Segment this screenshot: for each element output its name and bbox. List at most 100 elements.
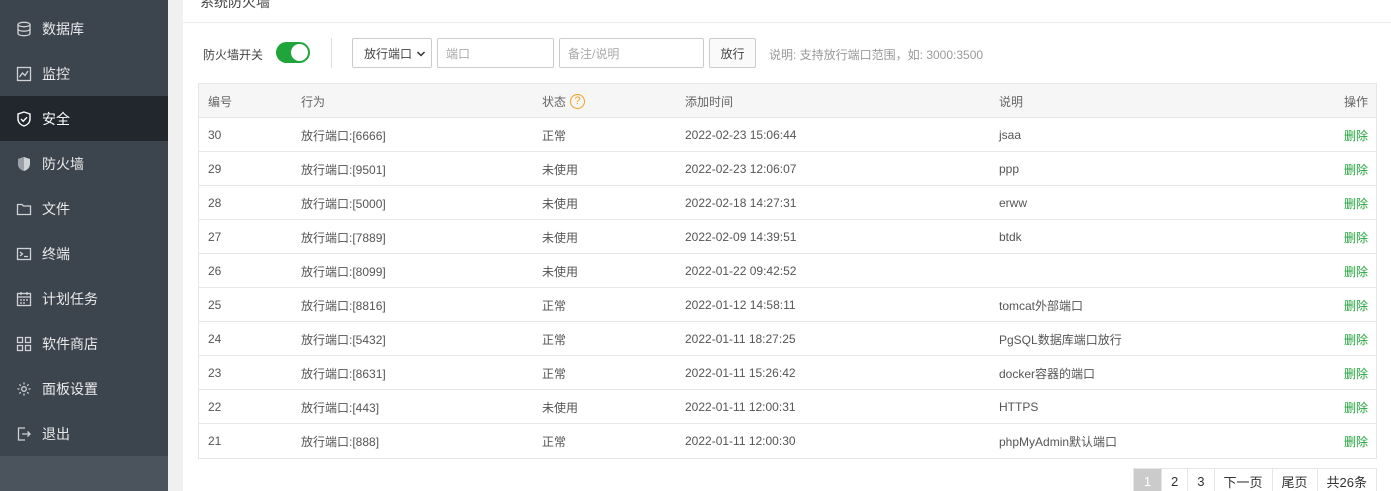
rule-note: PgSQL数据库端口放行 [999,332,1122,347]
table-row: 30 放行端口:[6666] 正常 2022-02-23 15:06:44 jsaa 删除 [199,118,1376,152]
rule-time: 2022-01-11 12:00:31 [685,400,796,414]
rule-id: 25 [208,298,222,312]
port-placeholder: 端口 [446,46,471,61]
rule-note: btdk [999,230,1022,244]
table-row: 23 放行端口:[8631] 正常 2022-01-11 15:26:42 docker… [199,356,1376,390]
delete-button[interactable]: 删除 [1344,356,1368,390]
port-range-hint: 说明: 支持放行端口范围，如: 3000:3500 [769,48,984,62]
header-time: 添加时间 [685,94,734,109]
table-row: 26 放行端口:[8099] 未使用 2022-01-22 09:42:52 删除 [199,254,1376,288]
header-id: 编号 [208,94,233,109]
rule-note: phpMyAdmin默认端口 [999,434,1118,449]
rule-status: 未使用 [542,230,579,245]
table-row: 21 放行端口:[888] 正常 2022-01-11 12:00:30 phpMyAd… [199,424,1376,458]
rule-time: 2022-01-12 14:58:11 [685,298,796,312]
sidebar-item-store[interactable]: 软件商店 [0,321,168,366]
table-row: 29 放行端口:[9501] 未使用 2022-02-23 12:06:07 ppp 删除 [199,152,1376,186]
firewall-toggle[interactable] [276,42,310,63]
toolbar-divider [331,38,332,68]
page-2-button[interactable]: 2 [1162,469,1189,491]
rule-status: 正常 [542,332,567,347]
rule-time: 2022-01-22 09:42:52 [685,264,797,278]
rule-action: 放行端口:[8816] [301,298,386,313]
sidebar-item-security[interactable]: 安全 [0,96,168,141]
sidebar-item-label: 终端 [42,245,70,262]
rule-action: 放行端口:[888] [301,434,380,449]
header-op: 操作 [1343,94,1368,109]
header-status-label: 状态 [542,94,567,109]
rule-status: 正常 [542,128,567,143]
rule-id: 24 [208,332,222,346]
terminal-icon [16,246,32,262]
rule-time: 2022-02-23 12:06:07 [685,162,797,176]
next-page-button[interactable]: 下一页 [1214,469,1273,491]
delete-button[interactable]: 删除 [1344,152,1368,186]
help-icon[interactable]: ? [570,93,586,109]
rule-type-select[interactable]: 放行端口 [352,38,432,68]
rule-id: 23 [208,366,222,380]
rule-status: 正常 [542,298,567,313]
rule-note: tomcat外部端口 [999,298,1084,313]
sidebar-item-label: 软件商店 [42,335,98,352]
sidebar-item-label: 计划任务 [42,290,98,307]
sidebar-item-firewall[interactable]: 防火墙 [0,141,168,186]
note-input[interactable]: 备注/说明 [559,38,704,68]
delete-button[interactable]: 删除 [1344,186,1368,220]
rule-action: 放行端口:[7889] [301,230,386,245]
header-status: 状态 ? [542,84,586,118]
open-port-button[interactable]: 放行 [709,38,756,68]
rule-status: 正常 [542,366,567,381]
toggle-knob [291,44,308,61]
rule-id: 22 [208,400,222,414]
rule-id: 26 [208,264,222,278]
rule-note: jsaa [999,128,1022,142]
delete-button[interactable]: 删除 [1344,322,1368,356]
sidebar-item-terminal[interactable]: 终端 [0,231,168,276]
chevron-down-icon [416,51,426,57]
shield-check-icon [16,110,32,127]
rule-action: 放行端口:[9501] [301,162,386,177]
rule-id: 28 [208,196,222,210]
table-row: 22 放行端口:[443] 未使用 2022-01-11 12:00:31 HTTPS 删… [199,390,1376,424]
sidebar-item-logout[interactable]: 退出 [0,411,168,456]
rule-status: 未使用 [542,400,579,415]
firewall-panel: 系统防火墙 防火墙开关 放行端口 端口 备注/说明 放行 说明: 支持放行端口范… [183,0,1391,491]
table-row: 28 放行端口:[5000] 未使用 2022-02-18 14:27:31 erww 删… [199,186,1376,220]
delete-button[interactable]: 删除 [1344,220,1368,254]
rule-id: 21 [208,434,222,448]
sidebar-item-cron[interactable]: 计划任务 [0,276,168,321]
rule-note: HTTPS [999,400,1039,414]
rule-action: 放行端口:[8099] [301,264,386,279]
rule-status: 正常 [542,434,567,449]
rule-status: 未使用 [542,162,579,177]
sidebar-item-monitor[interactable]: 监控 [0,51,168,96]
sidebar-item-settings[interactable]: 面板设置 [0,366,168,411]
sidebar-item-label: 面板设置 [42,380,98,397]
port-input[interactable]: 端口 [437,38,554,68]
shield-icon [16,156,32,172]
gear-icon [16,381,32,397]
last-page-button[interactable]: 尾页 [1272,469,1318,491]
page-3-button[interactable]: 3 [1188,469,1215,491]
delete-button[interactable]: 删除 [1344,424,1368,458]
table-header: 编号 行为 状态 ? 添加时间 说明 操作 [199,84,1376,118]
delete-button[interactable]: 删除 [1344,390,1368,424]
page-1-button[interactable]: 1 [1134,469,1163,491]
delete-button[interactable]: 删除 [1344,288,1368,322]
rule-id: 27 [208,230,222,244]
sidebar-item-label: 安全 [42,110,70,127]
sidebar-item-label: 防火墙 [42,155,84,172]
sidebar-item-database[interactable]: 数据库 [0,6,168,51]
table-row: 24 放行端口:[5432] 正常 2022-01-11 18:27:25 PgSQL数… [199,322,1376,356]
firewall-switch-label: 防火墙开关 [203,48,264,62]
sidebar-footer [0,456,168,491]
firewall-rules-table: 编号 行为 状态 ? 添加时间 说明 操作 30 放行端口:[6666] 正常 202… [198,83,1377,459]
rule-id: 29 [208,162,222,176]
rule-action: 放行端口:[6666] [301,128,386,143]
logout-icon [16,426,32,442]
sidebar-item-files[interactable]: 文件 [0,186,168,231]
delete-button[interactable]: 删除 [1344,254,1368,288]
delete-button[interactable]: 删除 [1344,118,1368,152]
table-row: 27 放行端口:[7889] 未使用 2022-02-09 14:39:51 btdk 删… [199,220,1376,254]
sidebar-item-label: 监控 [42,65,70,82]
